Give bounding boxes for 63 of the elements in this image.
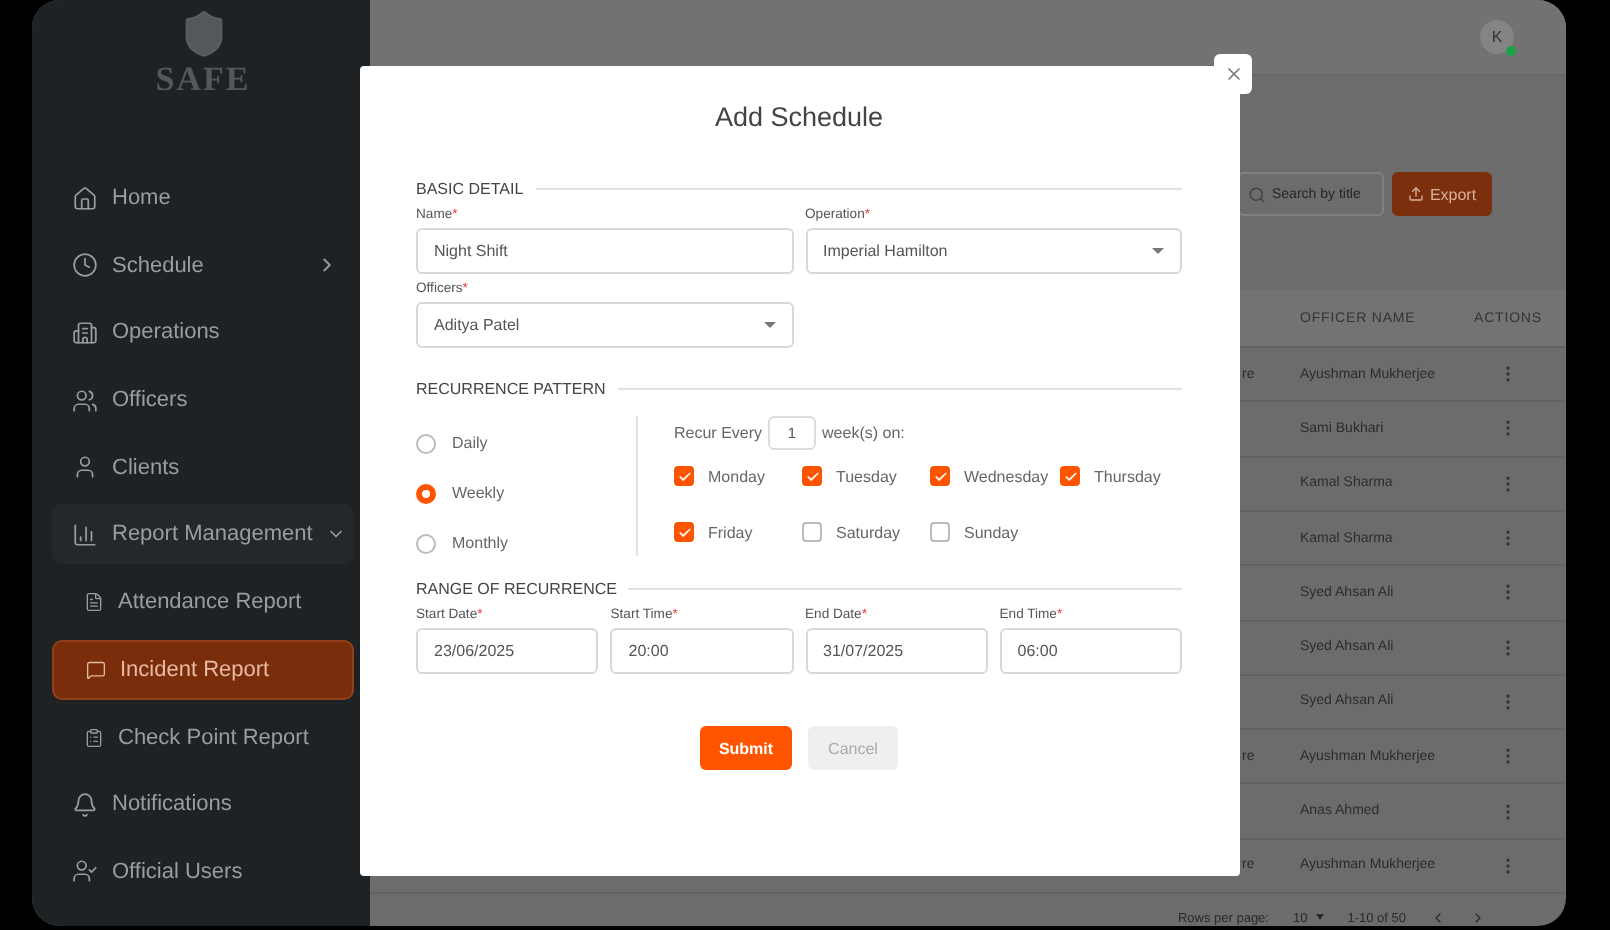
select-field[interactable]: Imperial Hamilton: [805, 228, 1182, 274]
people-icon: [72, 387, 98, 414]
checkbox[interactable]: [930, 466, 950, 486]
checkbox[interactable]: [930, 522, 950, 542]
search-icon: [1248, 185, 1266, 204]
modal-title: Add Schedule: [712, 102, 886, 132]
radio-option[interactable]: Daily: [416, 430, 636, 456]
submit-button[interactable]: Submit: [700, 726, 792, 770]
clock-icon: [72, 252, 98, 279]
input-field[interactable]: Night Shift: [416, 228, 793, 274]
sidebar-item[interactable]: Home: [52, 168, 354, 228]
radio-option[interactable]: Weekly: [416, 480, 636, 506]
sidebar-item[interactable]: Attendance Report: [52, 572, 354, 633]
checkbox[interactable]: [802, 466, 822, 486]
day-label: Monday: [708, 467, 765, 485]
input-field[interactable]: 20:00: [610, 628, 793, 674]
day-label: Wednesday: [964, 467, 1049, 485]
caret-icon: [1152, 248, 1164, 254]
day-label: Friday: [708, 523, 753, 541]
chevron-right-icon[interactable]: [1470, 910, 1486, 926]
clipboard-icon: [84, 727, 104, 747]
sidebar-item[interactable]: Clients: [52, 437, 354, 498]
building-icon: [72, 319, 98, 346]
section-heading: RECURRENCE PATTERN: [416, 380, 606, 398]
input-field[interactable]: 06:00: [999, 628, 1182, 674]
chevron-left-icon[interactable]: [1430, 910, 1446, 926]
home-icon: [72, 185, 98, 211]
input-field[interactable]: 23/06/2025: [416, 628, 599, 674]
person-icon: [72, 454, 98, 481]
message-icon: [86, 659, 106, 680]
sidebar-item[interactable]: Schedule: [52, 235, 354, 296]
section-heading: RANGE OF RECURRENCE: [416, 580, 617, 598]
sidebar-item[interactable]: Notifications: [52, 774, 354, 835]
sidebar-item[interactable]: Check Point Report: [52, 707, 354, 767]
bar-chart-icon: [72, 521, 98, 548]
sidebar-item[interactable]: Officers: [52, 370, 354, 431]
sidebar-item[interactable]: Operations: [52, 302, 354, 363]
recur-label: Recur Every: [674, 424, 763, 442]
sidebar-item[interactable]: Official Users: [52, 841, 354, 902]
bell-icon: [72, 791, 98, 818]
checkbox[interactable]: [674, 466, 694, 486]
input-field[interactable]: 31/07/2025: [805, 628, 988, 674]
caret-icon: [1315, 914, 1324, 921]
avatar[interactable]: K: [1480, 20, 1514, 55]
day-label: Tuesday: [836, 467, 897, 485]
recur-suffix: week(s) on:: [822, 424, 905, 442]
select-field[interactable]: Aditya Patel: [416, 302, 793, 348]
sidebar-item[interactable]: Incident Report: [52, 639, 354, 700]
day-label: Saturday: [836, 523, 901, 541]
checkbox[interactable]: [674, 522, 694, 542]
radio-option[interactable]: Monthly: [416, 530, 636, 556]
caret-icon: [763, 322, 775, 328]
export-button[interactable]: Export: [1392, 172, 1492, 217]
checkbox[interactable]: [802, 522, 822, 542]
sidebar-item[interactable]: Report Management: [52, 504, 354, 565]
day-label: Thursday: [1094, 467, 1161, 485]
user-check-icon: [72, 858, 98, 885]
document-icon: [84, 592, 104, 613]
close-icon: [1223, 64, 1243, 84]
section-heading: BASIC DETAIL: [416, 180, 524, 198]
checkbox[interactable]: [1060, 466, 1080, 486]
day-label: Sunday: [964, 523, 1019, 541]
upload-icon: [1407, 186, 1424, 203]
